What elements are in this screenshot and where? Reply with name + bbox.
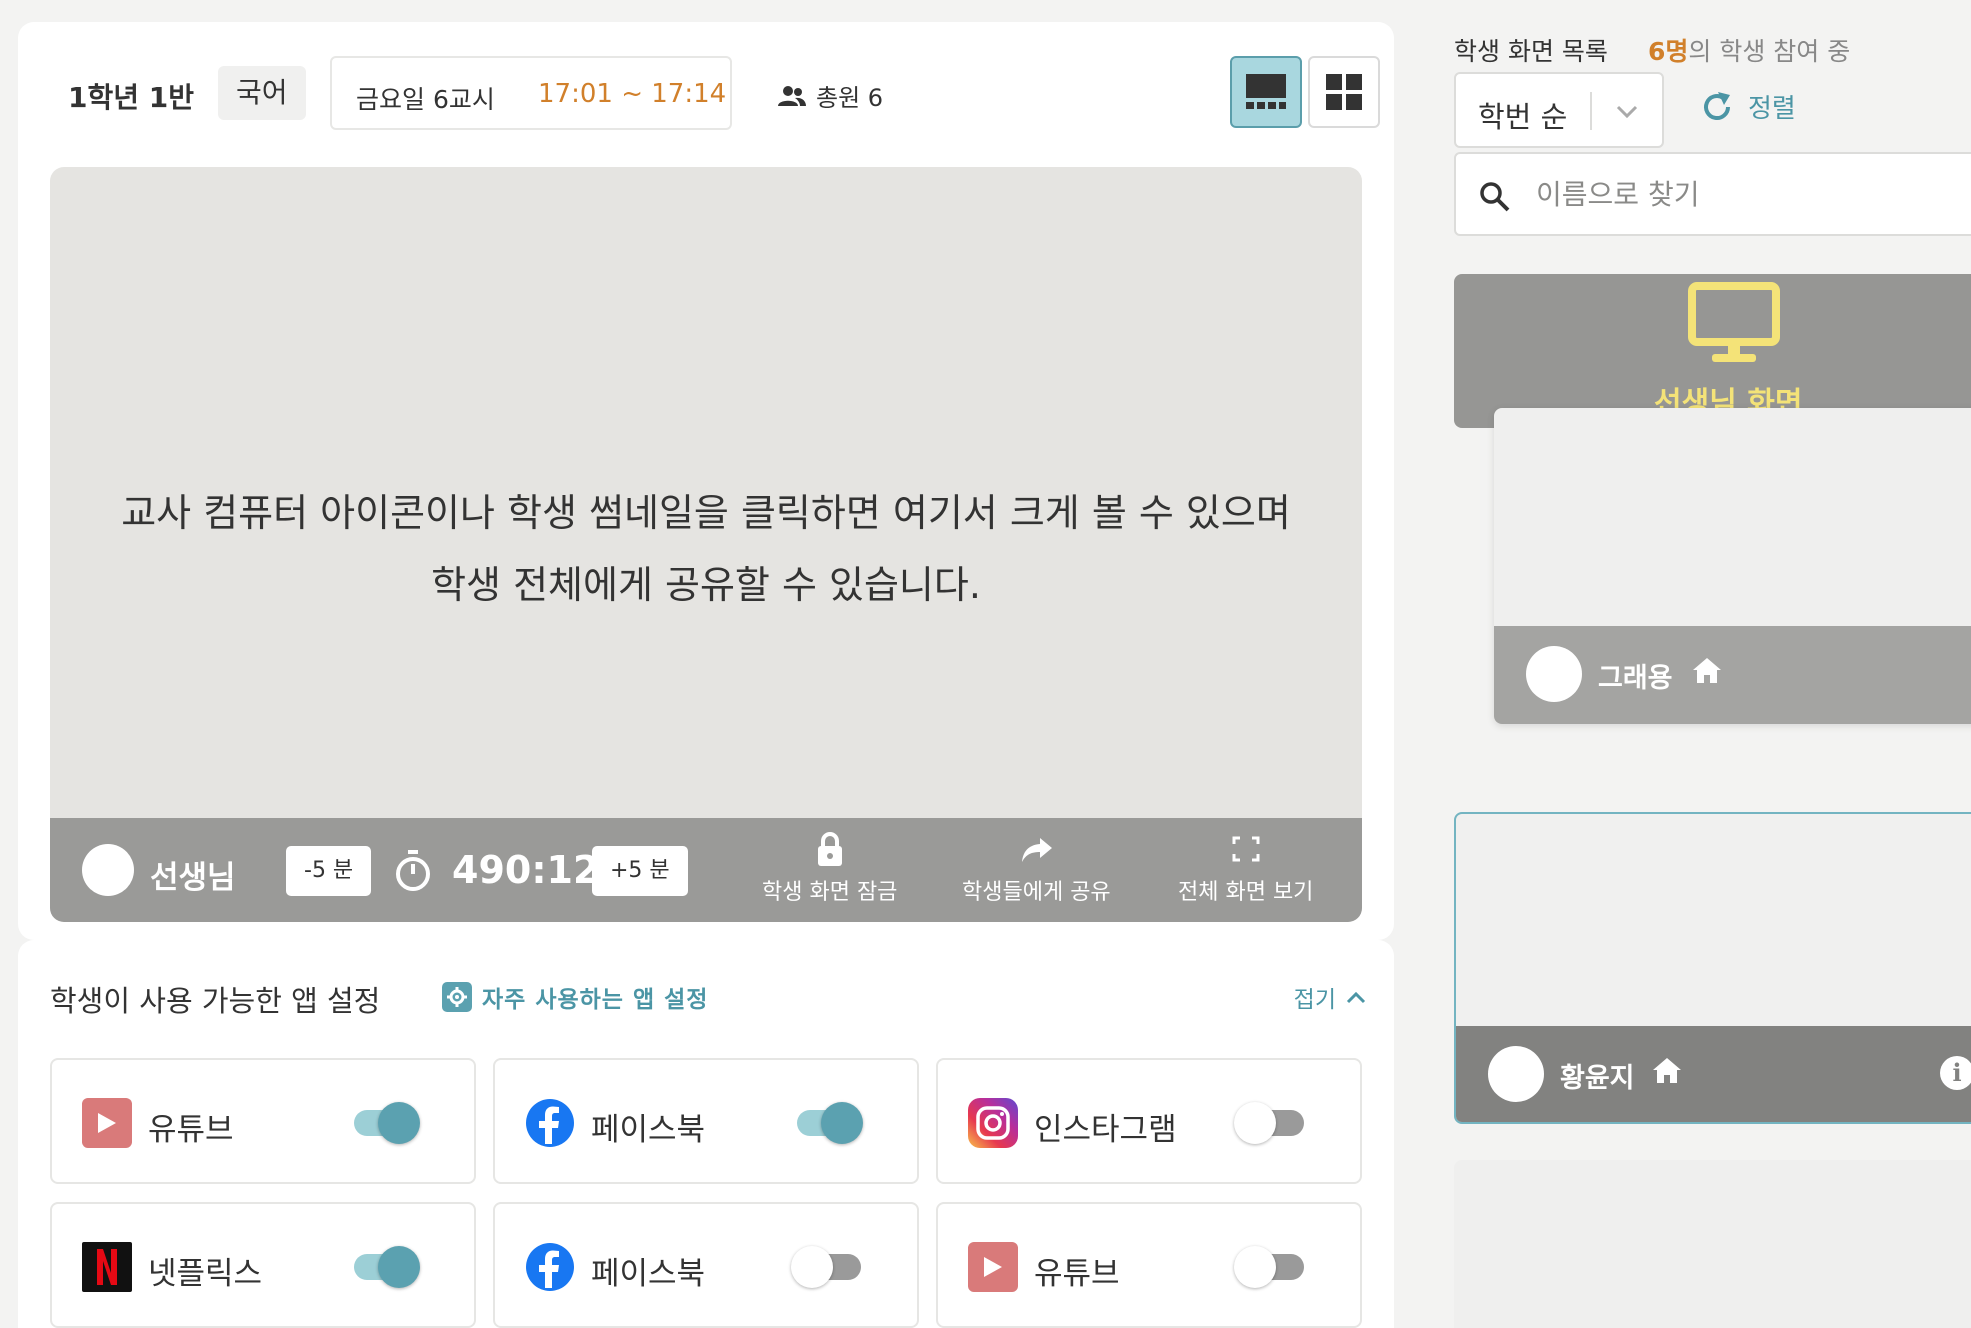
chevron-up-icon (1346, 991, 1366, 1004)
fullscreen-icon (1232, 836, 1260, 862)
student-name: 황윤지 (1560, 1063, 1635, 1094)
instagram-icon (968, 1098, 1018, 1148)
refresh-icon (1704, 91, 1730, 120)
app-settings-title: 학생이 사용 가능한 앱 설정 (50, 984, 381, 1018)
lock-screen-label: 학생 화면 잠금 (762, 880, 898, 905)
timer-value: 490:12 (452, 848, 600, 892)
student-list-title: 학생 화면 목록 (1454, 37, 1608, 66)
monitor-icon (1688, 282, 1780, 362)
fold-label: 접기 (1293, 987, 1336, 1013)
app-card-netflix: 넷플릭스 (50, 1202, 476, 1328)
minus-5-min-button[interactable]: -5 분 (286, 846, 372, 896)
people-icon (778, 85, 806, 106)
fullscreen-button[interactable]: 전체 화면 보기 (1178, 832, 1313, 906)
lock-screen-button[interactable]: 학생 화면 잠금 (762, 832, 897, 906)
app-card-facebook: 페이스북 (493, 1058, 919, 1184)
participant-count-number: 6명 (1648, 37, 1689, 66)
member-count-label: 총원 6 (816, 84, 884, 112)
period-label: 금요일 6교시 (356, 85, 495, 114)
app-name: 페이스북 (591, 1112, 706, 1148)
frequent-apps-link[interactable]: 자주 사용하는 앱 설정 (442, 980, 708, 1014)
chevron-down-icon (1616, 105, 1638, 119)
home-icon (1653, 1058, 1681, 1083)
netflix-icon (82, 1242, 132, 1292)
app-toggle[interactable] (1234, 1244, 1310, 1288)
student-name: 그래용 (1598, 663, 1673, 694)
student-card[interactable]: 황윤지 i (1454, 812, 1971, 1124)
viewer-message: 교사 컴퓨터 아이콘이나 학생 썸네일을 클릭하면 여기서 크게 볼 수 있으며… (50, 477, 1362, 621)
fullscreen-label: 전체 화면 보기 (1178, 880, 1314, 905)
app-card-instagram: 인스타그램 (936, 1058, 1362, 1184)
single-view-icon (1246, 74, 1286, 109)
info-icon[interactable]: i (1940, 1056, 1971, 1090)
fold-button[interactable]: 접기 (1294, 980, 1366, 1014)
app-settings-panel: 학생이 사용 가능한 앱 설정 자주 사용하는 앱 설정 접기 유튜브 페이스북… (18, 940, 1394, 1328)
app-name: 유튜브 (148, 1112, 234, 1148)
search-input[interactable] (1536, 170, 1936, 218)
app-toggle[interactable] (791, 1244, 867, 1288)
avatar (1488, 1046, 1544, 1102)
youtube-icon (82, 1098, 132, 1148)
app-name: 인스타그램 (1034, 1112, 1177, 1148)
app-toggle[interactable] (348, 1100, 424, 1144)
presenter-name: 선생님 (150, 860, 236, 896)
avatar (1526, 646, 1582, 702)
sort-button[interactable]: 정렬 (1700, 88, 1796, 125)
facebook-icon (525, 1242, 575, 1292)
subject-badge: 국어 (218, 66, 306, 120)
app-toggle[interactable] (348, 1244, 424, 1288)
student-card[interactable]: 그래용 (1494, 408, 1971, 724)
sort-button-label: 정렬 (1748, 94, 1796, 124)
frequent-apps-label: 자주 사용하는 앱 설정 (482, 987, 709, 1013)
app-toggle[interactable] (791, 1100, 867, 1144)
grid-view-icon (1326, 74, 1362, 110)
participant-count-suffix: 의 학생 참여 중 (1688, 37, 1851, 66)
class-header: 1학년 1반 국어 금요일 6교시 17:01 ~ 17:14 총원 6 (50, 56, 1380, 130)
plus-5-min-button[interactable]: +5 분 (592, 846, 688, 896)
app-card-youtube-2: 유튜브 (936, 1202, 1362, 1328)
share-label: 학생들에게 공유 (962, 880, 1111, 905)
divider (1590, 92, 1592, 130)
member-count: 총원 6 (778, 78, 883, 113)
avatar (82, 844, 134, 896)
share-button[interactable]: 학생들에게 공유 (962, 832, 1111, 906)
student-card-footer: 황윤지 i (1456, 1026, 1971, 1122)
app-name: 유튜브 (1034, 1256, 1120, 1292)
app-toggle[interactable] (1234, 1100, 1310, 1144)
gear-icon (442, 982, 472, 1012)
single-view-button[interactable] (1230, 56, 1302, 128)
app-name: 페이스북 (591, 1256, 706, 1292)
student-card-footer: 그래용 (1494, 626, 1971, 724)
screen-viewer-panel: 1학년 1반 국어 금요일 6교시 17:01 ~ 17:14 총원 6 교사 … (18, 22, 1394, 940)
name-search (1454, 152, 1971, 236)
app-name: 넷플릭스 (148, 1256, 263, 1292)
home-icon (1693, 658, 1721, 683)
app-card-facebook-2: 페이스북 (493, 1202, 919, 1328)
timer-icon (396, 850, 430, 891)
viewer-message-line2: 학생 전체에게 공유할 수 있습니다. (431, 563, 981, 607)
youtube-icon (968, 1242, 1018, 1292)
sort-select-value: 학번 순 (1478, 100, 1568, 134)
viewer-control-bar: 선생님 -5 분 490:12 +5 분 학생 화면 잠금 학생들에게 공유 전… (50, 818, 1362, 922)
participant-count: 6명의 학생 참여 중 (1648, 32, 1850, 68)
lock-icon (817, 832, 842, 866)
teacher-screen-card[interactable]: 선생님 화면 (1454, 274, 1971, 428)
student-card[interactable] (1454, 1160, 1971, 1328)
search-icon (1480, 182, 1510, 212)
sort-select[interactable]: 학번 순 (1454, 72, 1664, 148)
main-viewer[interactable]: 교사 컴퓨터 아이콘이나 학생 썸네일을 클릭하면 여기서 크게 볼 수 있으며… (50, 167, 1362, 922)
viewer-message-line1: 교사 컴퓨터 아이콘이나 학생 썸네일을 클릭하면 여기서 크게 볼 수 있으며 (121, 491, 1291, 535)
grid-view-button[interactable] (1308, 56, 1380, 128)
period-time: 17:01 ~ 17:14 (538, 79, 727, 109)
class-name: 1학년 1반 (68, 81, 194, 114)
facebook-icon (525, 1098, 575, 1148)
share-arrow-icon (1022, 838, 1053, 862)
period-info: 금요일 6교시 17:01 ~ 17:14 (330, 56, 732, 130)
app-card-youtube: 유튜브 (50, 1058, 476, 1184)
